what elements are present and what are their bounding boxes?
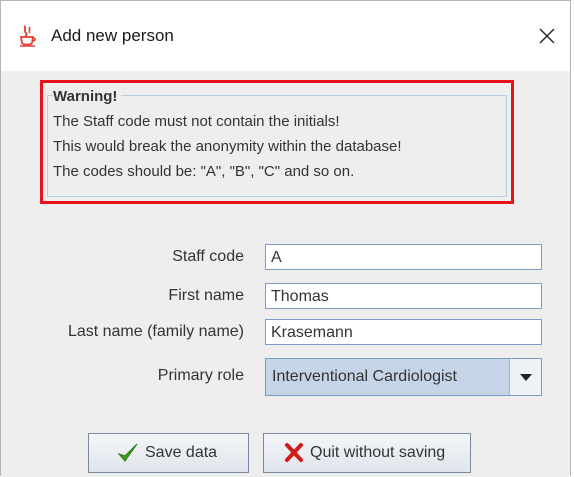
- dialog-content: Warning! The Staff code must not contain…: [1, 71, 570, 477]
- java-cup-icon: [19, 25, 37, 47]
- primary-role-value: Interventional Cardiologist: [266, 359, 510, 395]
- quit-without-saving-button[interactable]: Quit without saving: [263, 433, 471, 473]
- staff-code-field[interactable]: [265, 244, 542, 270]
- checkmark-icon: [117, 442, 139, 464]
- x-mark-icon: [284, 443, 304, 463]
- quit-without-saving-label: Quit without saving: [310, 444, 446, 461]
- dropdown-arrow-button[interactable]: [510, 359, 541, 395]
- warning-line-3: The codes should be: "A", "B", "C" and s…: [53, 163, 355, 180]
- primary-role-label: Primary role: [157, 367, 244, 384]
- first-name-label: First name: [168, 287, 244, 304]
- close-icon: [539, 28, 555, 44]
- title-bar: Add new person: [1, 1, 570, 71]
- last-name-label: Last name (family name): [67, 323, 244, 340]
- warning-heading: Warning!: [53, 88, 122, 105]
- save-data-button[interactable]: Save data: [88, 433, 249, 473]
- first-name-field[interactable]: [265, 283, 542, 309]
- chevron-down-icon: [519, 374, 532, 381]
- primary-role-select[interactable]: Interventional Cardiologist: [265, 358, 542, 396]
- warning-highlight: Warning! The Staff code must not contain…: [40, 80, 514, 204]
- window-title: Add new person: [51, 26, 174, 45]
- warning-line-1: The Staff code must not contain the init…: [53, 113, 340, 130]
- staff-code-label: Staff code: [172, 248, 244, 265]
- add-person-dialog: Add new person Warning! The Staff code m…: [0, 0, 571, 477]
- warning-line-2: This would break the anonymity within th…: [53, 138, 402, 155]
- save-data-label: Save data: [145, 444, 218, 461]
- close-button[interactable]: [524, 11, 570, 61]
- last-name-field[interactable]: [265, 319, 542, 345]
